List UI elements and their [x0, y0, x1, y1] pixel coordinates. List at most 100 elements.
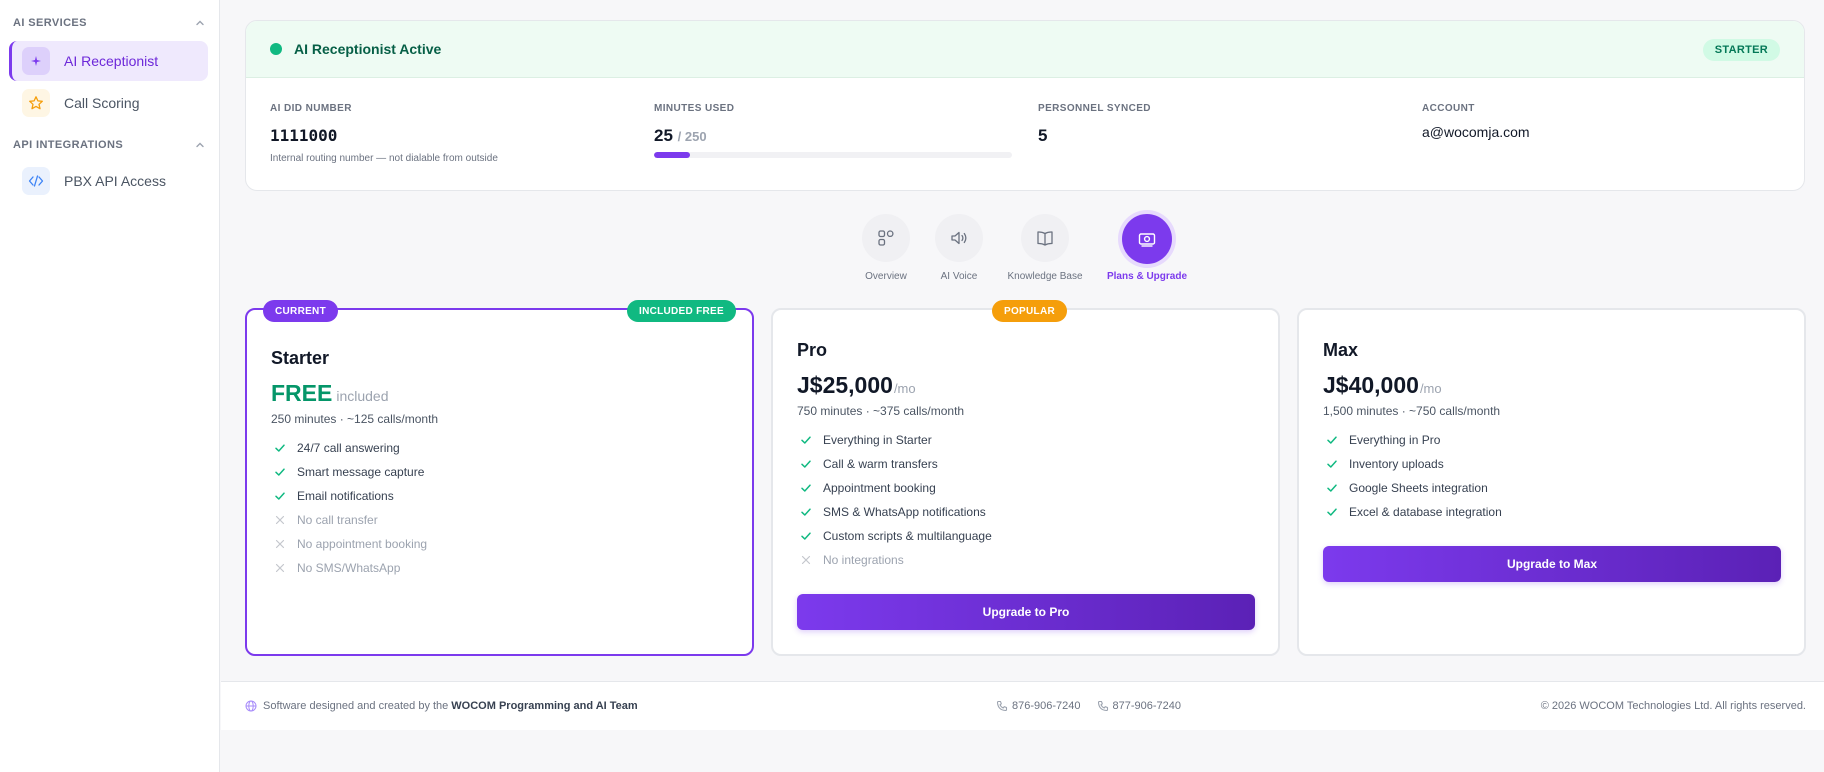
sidebar-item-label: Call Scoring [64, 95, 140, 111]
sidebar-item-pbx-api-access[interactable]: PBX API Access [9, 161, 208, 201]
check-icon [273, 465, 287, 479]
phone-icon [996, 700, 1008, 712]
section-header-api-integrations[interactable]: API INTEGRATIONS [13, 136, 207, 154]
status-title: AI Receptionist Active [294, 41, 442, 57]
x-icon [799, 553, 813, 567]
feature-text: Appointment booking [823, 481, 936, 495]
credit-team: WOCOM Programming and AI Team [451, 700, 638, 712]
feature-item: Google Sheets integration [1325, 476, 1502, 500]
tab-knowledge-base[interactable]: Knowledge Base [997, 214, 1093, 282]
stat-account: ACCOUNT a@wocomja.com [1422, 103, 1782, 140]
globe-icon [245, 700, 257, 712]
price-value: J$25,000 [797, 372, 893, 398]
grid-icon [862, 214, 910, 262]
section-title: API INTEGRATIONS [13, 139, 124, 151]
stat-value: 1111000 [270, 126, 338, 145]
sidebar-item-call-scoring[interactable]: Call Scoring [9, 83, 208, 123]
feature-item: No SMS/WhatsApp [273, 556, 427, 580]
active-status-dot [270, 43, 282, 55]
check-icon [799, 529, 813, 543]
tab-label: Plans & Upgrade [1106, 271, 1188, 282]
tab-plans-upgrade[interactable]: Plans & Upgrade [1099, 214, 1195, 282]
phone-text: 876-906-7240 [1012, 700, 1081, 712]
check-icon [799, 481, 813, 495]
feature-item: Everything in Pro [1325, 428, 1502, 452]
sidebar-item-label: PBX API Access [64, 173, 166, 189]
feature-item: 24/7 call answering [273, 436, 427, 460]
stat-label: MINUTES USED [654, 103, 735, 114]
plan-card-pro: POPULAR Pro J$25,000 /mo 750 minutes · ~… [771, 300, 1280, 656]
footer-phones: 876-906-7240 877-906-7240 [996, 700, 1197, 712]
x-icon [273, 513, 287, 527]
upgrade-to-max-button[interactable]: Upgrade to Max [1323, 546, 1781, 582]
section-tabs: Overview AI Voice Knowledge Base Plans &… [0, 214, 1824, 284]
feature-list: Everything in Pro Inventory uploads Google… [1325, 428, 1502, 524]
feature-text: Excel & database integration [1349, 505, 1502, 519]
check-icon [273, 489, 287, 503]
plan-quota: 750 minutes · ~375 calls/month [797, 404, 965, 418]
speaker-icon [935, 214, 983, 262]
feature-text: Call & warm transfers [823, 457, 938, 471]
price-suffix: included [336, 388, 389, 404]
price-suffix: /mo [1419, 381, 1442, 396]
plan-price: J$40,000 /mo [1323, 372, 1442, 399]
check-icon [799, 433, 813, 447]
upgrade-to-pro-button[interactable]: Upgrade to Pro [797, 594, 1255, 630]
tab-label: AI Voice [940, 271, 978, 282]
chevron-up-icon[interactable] [193, 138, 207, 152]
feature-item: Excel & database integration [1325, 500, 1502, 524]
tab-ai-voice[interactable]: AI Voice [911, 214, 1007, 282]
sidebar-item-ai-receptionist[interactable]: AI Receptionist [9, 41, 208, 81]
check-icon [273, 441, 287, 455]
account-email: a@wocomja.com [1422, 124, 1530, 140]
feature-item: Email notifications [273, 484, 427, 508]
money-icon [1122, 214, 1172, 264]
section-title: AI SERVICES [13, 17, 87, 29]
sparkle-icon [22, 47, 50, 75]
feature-text: Google Sheets integration [1349, 481, 1488, 495]
feature-list: 24/7 call answering Smart message capture… [273, 436, 427, 580]
feature-text: 24/7 call answering [297, 441, 400, 455]
check-icon [1325, 481, 1339, 495]
stat-value-row: 25 / 250 [654, 126, 1014, 146]
stat-label: ACCOUNT [1422, 103, 1475, 114]
plan-quota: 250 minutes · ~125 calls/month [271, 412, 439, 426]
feature-item: SMS & WhatsApp notifications [799, 500, 992, 524]
sidebar: AI SERVICES AI Receptionist Call Scoring… [0, 0, 220, 772]
stat-value: 5 [1038, 126, 1048, 145]
feature-text: No SMS/WhatsApp [297, 561, 401, 575]
feature-list: Everything in Starter Call & warm transfe… [799, 428, 992, 572]
credit-text: Software designed and created by the [263, 700, 449, 712]
phone-number[interactable]: 876-906-7240 [996, 700, 1081, 712]
price-value: FREE [271, 380, 333, 406]
feature-text: SMS & WhatsApp notifications [823, 505, 986, 519]
stat-minutes-used: MINUTES USED 25 / 250 [654, 103, 1014, 158]
sidebar-item-label: AI Receptionist [64, 53, 159, 69]
star-icon [22, 89, 50, 117]
feature-item: Call & warm transfers [799, 452, 992, 476]
feature-item: Custom scripts & multilanguage [799, 524, 992, 548]
x-icon [273, 561, 287, 575]
check-icon [1325, 457, 1339, 471]
phone-text: 877-906-7240 [1112, 700, 1182, 712]
code-icon [22, 167, 50, 195]
stat-value: 25 [654, 126, 673, 145]
phone-number[interactable]: 877-906-7240 [1097, 700, 1182, 712]
popular-badge: POPULAR [992, 300, 1067, 322]
check-icon [1325, 505, 1339, 519]
section-header-ai-services[interactable]: AI SERVICES [13, 14, 207, 32]
stat-label: AI DID NUMBER [270, 103, 352, 114]
check-icon [799, 505, 813, 519]
plan-name: Starter [271, 348, 330, 368]
tab-label: Knowledge Base [1007, 271, 1083, 282]
plan-price: J$25,000 /mo [797, 372, 916, 399]
price-value: J$40,000 [1323, 372, 1419, 398]
book-icon [1021, 214, 1069, 262]
stat-total: / 250 [677, 129, 707, 144]
feature-item: Appointment booking [799, 476, 992, 500]
price-suffix: /mo [893, 381, 916, 396]
stat-did-number: AI DID NUMBER 1111000 Internal routing n… [270, 103, 630, 164]
feature-item: Smart message capture [273, 460, 427, 484]
chevron-up-icon[interactable] [193, 16, 207, 30]
plan-name: Pro [797, 340, 828, 360]
